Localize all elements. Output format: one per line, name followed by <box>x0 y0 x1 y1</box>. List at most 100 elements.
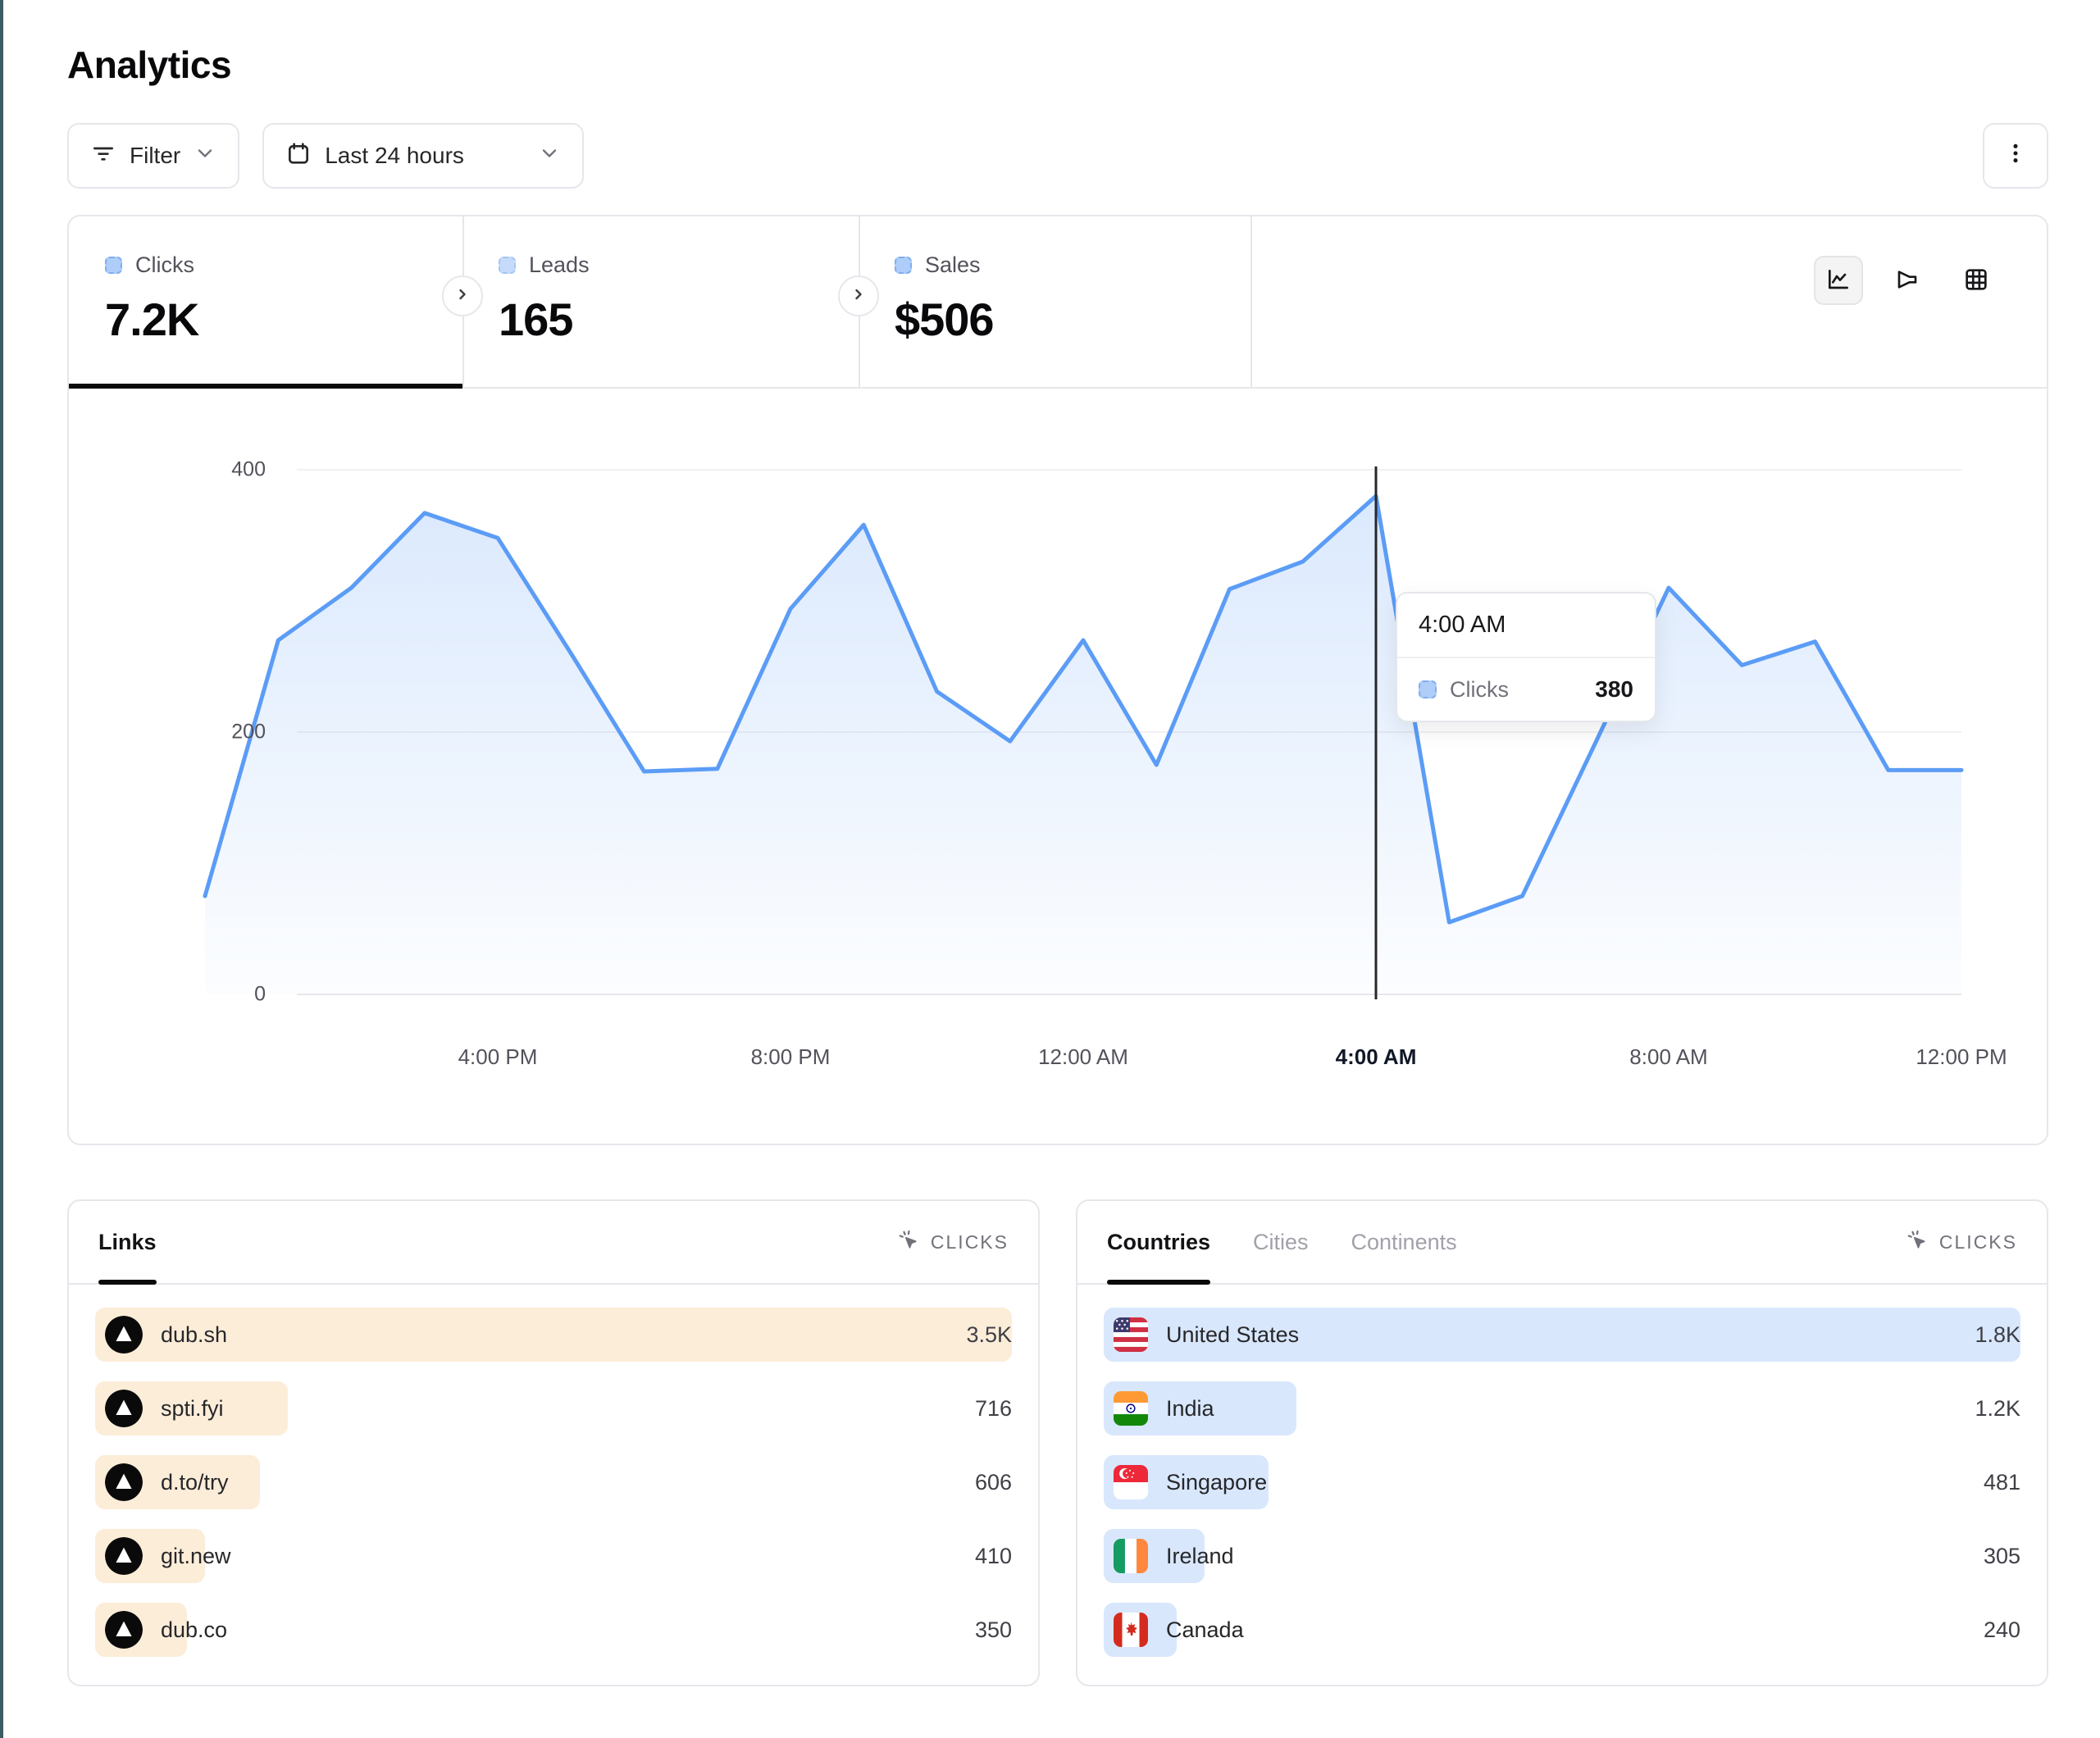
leads-tab-label: Leads <box>529 253 590 278</box>
item-label: d.to/try <box>161 1470 229 1495</box>
y-axis-tick: 0 <box>184 983 266 1007</box>
chart-tooltip: 4:00 AM Clicks 380 <box>1396 592 1656 722</box>
countries-list: United States 1.8K India 1.2K Singapore 481 Ir… <box>1077 1285 2047 1685</box>
sales-legend-swatch <box>895 257 912 274</box>
dub-logo-icon <box>105 1537 143 1575</box>
y-axis-tick: 200 <box>184 721 266 744</box>
leads-tab-value: 165 <box>499 293 859 346</box>
tooltip-legend-swatch <box>1419 680 1437 698</box>
links-panel: Links CLICKS dub.sh3.5K spti.fyi 716 d.to/t… <box>67 1199 1040 1686</box>
item-label: United States <box>1166 1322 1299 1348</box>
chevron-down-icon <box>538 142 561 171</box>
table-grid-icon <box>1963 266 1989 295</box>
item-label: Singapore <box>1166 1470 1267 1495</box>
x-axis-tick: 12:00 AM <box>1038 1044 1128 1070</box>
list-item[interactable]: United States 1.8K <box>1104 1308 2020 1362</box>
dub-logo-icon <box>105 1390 143 1427</box>
x-axis-tick: 4:00 PM <box>458 1044 538 1070</box>
expand-leads-button[interactable] <box>838 275 879 316</box>
tab-divider <box>1250 216 1252 387</box>
item-clicks-value: 240 <box>1984 1617 2020 1643</box>
list-item[interactable]: Ireland 305 <box>1104 1529 2020 1583</box>
dub-logo-icon <box>105 1463 143 1501</box>
geo-tabs: Countries Cities Continents <box>1107 1201 1457 1283</box>
dub-logo-icon <box>105 1316 143 1354</box>
list-item[interactable]: dub.co 350 <box>95 1603 1012 1657</box>
line-chart-view-button[interactable] <box>1814 256 1863 305</box>
clicks-tab-label: Clicks <box>135 253 194 278</box>
ie-flag-icon <box>1114 1539 1148 1573</box>
sales-tab-label: Sales <box>925 253 981 278</box>
tab-clicks[interactable]: Clicks 7.2K <box>69 216 462 387</box>
item-label: git.new <box>161 1544 231 1569</box>
page-title: Analytics <box>67 0 2048 87</box>
analytics-page: Analytics Filter Last 24 hours <box>67 0 2048 1686</box>
list-item[interactable]: dub.sh3.5K <box>95 1308 1012 1362</box>
links-sort-by-clicks[interactable]: CLICKS <box>896 1228 1009 1257</box>
tab-sales[interactable]: Sales $506 <box>859 216 1250 387</box>
list-item[interactable]: git.new 410 <box>95 1529 1012 1583</box>
tab-cities[interactable]: Cities <box>1253 1201 1309 1283</box>
toolbar: Filter Last 24 hours <box>67 123 2048 189</box>
line-chart-icon <box>1825 266 1852 295</box>
filter-lines-icon <box>90 140 116 172</box>
item-clicks-value: 1.8K <box>1975 1322 2020 1348</box>
list-item[interactable]: India 1.2K <box>1104 1381 2020 1435</box>
dub-logo-icon <box>105 1611 143 1649</box>
item-label: Ireland <box>1166 1544 1234 1569</box>
item-label: India <box>1166 1396 1214 1422</box>
list-item[interactable]: Canada 240 <box>1104 1603 2020 1657</box>
cursor-click-icon <box>1905 1228 1929 1257</box>
date-range-label: Last 24 hours <box>325 143 464 169</box>
tab-links[interactable]: Links <box>98 1201 157 1283</box>
tooltip-series-value: 380 <box>1595 676 1633 703</box>
cursor-click-icon <box>896 1228 921 1257</box>
x-axis-tick: 12:00 PM <box>1916 1044 2007 1070</box>
tab-leads[interactable]: Leads 165 <box>462 216 859 387</box>
kebab-menu-icon <box>2002 140 2029 172</box>
chevron-right-icon <box>453 284 472 308</box>
y-axis-tick: 400 <box>184 458 266 482</box>
value-bar <box>95 1308 1012 1362</box>
clicks-time-series-chart[interactable]: 4:00 AM Clicks 380 40020004:00 PM8:00 PM… <box>69 389 2047 1145</box>
list-item[interactable]: d.to/try 606 <box>95 1455 1012 1509</box>
expand-clicks-button[interactable] <box>442 275 483 316</box>
links-sort-label: CLICKS <box>931 1231 1009 1253</box>
chevron-right-icon <box>849 284 868 308</box>
list-item[interactable]: spti.fyi 716 <box>95 1381 1012 1435</box>
item-clicks-value: 350 <box>975 1617 1012 1643</box>
tooltip-series-label: Clicks <box>1450 677 1509 703</box>
in-flag-icon <box>1114 1391 1148 1426</box>
leads-legend-swatch <box>499 257 516 274</box>
item-clicks-value: 305 <box>1984 1544 2020 1569</box>
geo-panel: Countries Cities Continents CLICKS United … <box>1076 1199 2048 1686</box>
funnel-view-button[interactable] <box>1883 256 1932 305</box>
links-tab-label: Links <box>98 1230 157 1255</box>
chevron-down-icon <box>194 142 216 171</box>
chart-view-toggles <box>1814 256 2001 305</box>
clicks-legend-swatch <box>105 257 122 274</box>
item-clicks-value: 606 <box>975 1470 1012 1495</box>
filter-button[interactable]: Filter <box>67 123 239 189</box>
filter-button-label: Filter <box>130 143 180 169</box>
item-label: Canada <box>1166 1617 1244 1643</box>
x-axis-tick: 8:00 AM <box>1629 1044 1707 1070</box>
ca-flag-icon <box>1114 1613 1148 1647</box>
geo-sort-label: CLICKS <box>1939 1231 2017 1253</box>
more-options-button[interactable] <box>1983 123 2048 189</box>
item-clicks-value: 1.2K <box>1975 1396 2020 1422</box>
page-edge-accent <box>0 0 3 1738</box>
list-item[interactable]: Singapore 481 <box>1104 1455 2020 1509</box>
item-label: dub.co <box>161 1617 227 1643</box>
date-range-button[interactable]: Last 24 hours <box>262 123 584 189</box>
x-axis-tick: 4:00 AM <box>1336 1044 1417 1070</box>
tab-continents[interactable]: Continents <box>1351 1201 1457 1283</box>
item-label: spti.fyi <box>161 1396 224 1422</box>
item-clicks-value: 410 <box>975 1544 1012 1569</box>
item-clicks-value: 481 <box>1984 1470 2020 1495</box>
tab-countries[interactable]: Countries <box>1107 1201 1210 1283</box>
table-view-button[interactable] <box>1952 256 2001 305</box>
geo-sort-by-clicks[interactable]: CLICKS <box>1905 1228 2017 1257</box>
item-clicks-value: 716 <box>975 1396 1012 1422</box>
analytics-card: Clicks 7.2K Leads 165 <box>67 215 2048 1145</box>
